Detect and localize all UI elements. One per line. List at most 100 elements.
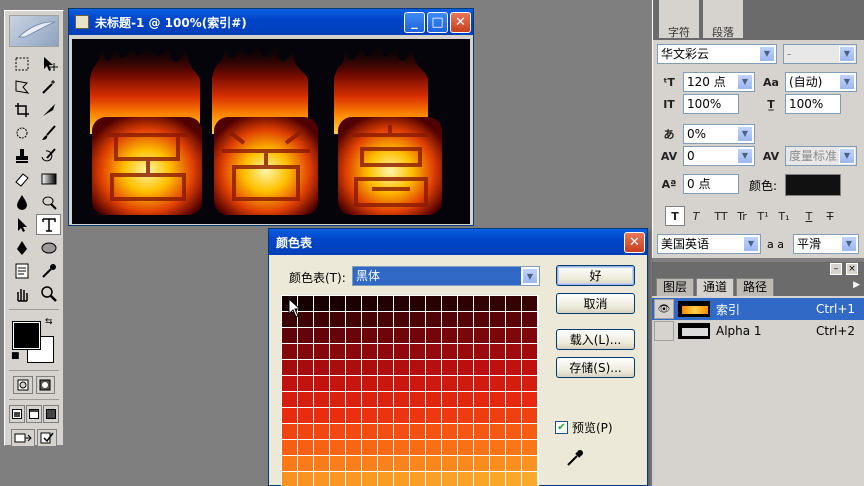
color-swatch[interactable] <box>410 408 425 423</box>
color-swatch[interactable] <box>442 296 457 311</box>
language-select[interactable]: 美国英语 ▼ <box>657 234 761 254</box>
color-swatch[interactable] <box>362 360 377 375</box>
maximize-button[interactable]: □ <box>427 11 448 33</box>
color-swatch[interactable] <box>426 360 441 375</box>
color-swatch[interactable] <box>458 344 473 359</box>
color-swatch[interactable] <box>298 296 313 311</box>
color-swatch[interactable] <box>330 312 345 327</box>
color-swatch[interactable] <box>378 392 393 407</box>
color-swatch[interactable] <box>282 472 297 486</box>
color-swatch[interactable] <box>522 424 537 439</box>
path-selection-tool[interactable] <box>9 214 34 235</box>
color-swatch[interactable] <box>506 408 521 423</box>
color-swatch[interactable] <box>298 344 313 359</box>
visibility-toggle[interactable] <box>654 321 674 341</box>
color-swatch[interactable] <box>458 328 473 343</box>
color-swatch[interactable] <box>490 312 505 327</box>
dialog-titlebar[interactable]: 颜色表 ✕ <box>269 229 647 255</box>
color-swatch[interactable] <box>490 296 505 311</box>
color-swatch[interactable] <box>522 392 537 407</box>
color-swatch[interactable] <box>298 392 313 407</box>
color-swatch[interactable] <box>522 456 537 471</box>
color-swatch[interactable] <box>490 440 505 455</box>
color-swatch[interactable] <box>474 312 489 327</box>
color-swatch[interactable] <box>458 296 473 311</box>
color-swatch[interactable] <box>346 328 361 343</box>
color-swatch[interactable] <box>394 360 409 375</box>
color-swatch[interactable] <box>362 344 377 359</box>
color-swatch[interactable] <box>314 424 329 439</box>
color-swatch[interactable] <box>410 328 425 343</box>
color-swatch[interactable] <box>330 424 345 439</box>
load-button[interactable]: 载入(L)... <box>556 329 635 350</box>
color-swatch[interactable] <box>346 456 361 471</box>
color-swatch[interactable] <box>394 312 409 327</box>
color-swatch[interactable] <box>490 360 505 375</box>
color-swatch[interactable] <box>314 360 329 375</box>
color-swatch[interactable] <box>426 312 441 327</box>
standard-screen-mode-button[interactable] <box>9 405 25 423</box>
color-swatch[interactable] <box>394 408 409 423</box>
color-swatch[interactable] <box>298 360 313 375</box>
color-swatch[interactable] <box>474 440 489 455</box>
color-swatch[interactable] <box>282 328 297 343</box>
color-swatch[interactable] <box>442 440 457 455</box>
color-swatch[interactable] <box>282 456 297 471</box>
color-swatch[interactable] <box>282 408 297 423</box>
color-swatch[interactable] <box>458 408 473 423</box>
zoom-tool[interactable] <box>36 283 61 304</box>
close-button[interactable]: ✕ <box>450 11 471 33</box>
color-swatch[interactable] <box>426 408 441 423</box>
color-swatch[interactable] <box>378 328 393 343</box>
ellipse-shape-tool[interactable] <box>36 237 61 258</box>
vertical-scale-field[interactable]: 100% <box>683 94 739 114</box>
color-swatch[interactable] <box>394 344 409 359</box>
color-swatch[interactable] <box>346 392 361 407</box>
color-swatch[interactable] <box>378 424 393 439</box>
color-swatch[interactable] <box>314 456 329 471</box>
color-swatch[interactable] <box>330 472 345 486</box>
tab-paths[interactable]: 路径 <box>736 278 775 296</box>
brush-tool[interactable] <box>36 122 61 143</box>
color-swatch[interactable] <box>346 360 361 375</box>
color-swatch[interactable] <box>474 456 489 471</box>
color-swatch[interactable] <box>394 296 409 311</box>
magic-wand-tool[interactable] <box>36 76 61 97</box>
color-swatch[interactable] <box>282 344 297 359</box>
color-swatch[interactable] <box>474 472 489 486</box>
color-swatch[interactable] <box>330 392 345 407</box>
color-swatch[interactable] <box>298 424 313 439</box>
tab-channels[interactable]: 通道 <box>696 278 735 296</box>
color-swatch[interactable] <box>378 408 393 423</box>
color-swatch[interactable] <box>410 376 425 391</box>
color-swatch[interactable] <box>378 344 393 359</box>
color-swatch[interactable] <box>426 328 441 343</box>
color-swatch[interactable] <box>378 296 393 311</box>
underline-button[interactable]: T <box>799 206 819 226</box>
color-swatch[interactable] <box>474 296 489 311</box>
color-swatch[interactable] <box>330 296 345 311</box>
tsume-field[interactable]: 0% ▼ <box>683 124 755 144</box>
cancel-button[interactable]: 取消 <box>556 293 635 314</box>
color-swatch[interactable] <box>362 440 377 455</box>
image-canvas[interactable] <box>72 39 470 224</box>
color-swatch[interactable] <box>362 392 377 407</box>
quick-mask-mode-button[interactable] <box>35 376 55 394</box>
color-swatch[interactable] <box>378 312 393 327</box>
color-swatch[interactable] <box>298 440 313 455</box>
color-swatch[interactable] <box>522 328 537 343</box>
superscript-button[interactable]: T¹ <box>753 206 773 226</box>
color-swatch[interactable] <box>410 312 425 327</box>
jump-to-imageready-button[interactable] <box>11 429 35 447</box>
color-swatch[interactable] <box>426 296 441 311</box>
color-swatch[interactable] <box>314 392 329 407</box>
color-swatch[interactable] <box>474 424 489 439</box>
color-swatch[interactable] <box>506 440 521 455</box>
color-swatch[interactable] <box>506 472 521 486</box>
panel-close-button[interactable]: × <box>846 263 858 275</box>
color-swatch[interactable] <box>298 312 313 327</box>
tracking-field[interactable]: 0 ▼ <box>683 146 755 166</box>
color-swatch[interactable] <box>282 376 297 391</box>
color-swatch[interactable] <box>474 392 489 407</box>
color-swatch[interactable] <box>458 360 473 375</box>
